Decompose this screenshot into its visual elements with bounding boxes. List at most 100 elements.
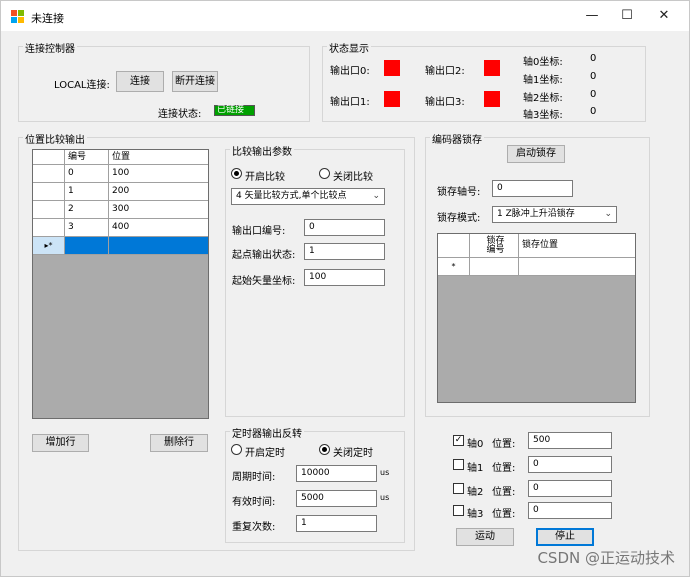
repeat-input[interactable]: 1 xyxy=(296,515,377,532)
valid-label: 有效时间: xyxy=(232,497,276,508)
minimize-icon[interactable]: — xyxy=(580,7,604,25)
connect-group: 连接控制器 LOCAL连接: 连接 断开连接 连接状态: 已链接 xyxy=(18,40,310,122)
table-cell-pos[interactable]: 300 xyxy=(109,201,208,219)
new-row-cell-latch-id[interactable] xyxy=(470,258,519,276)
main-window: 未连接 — ☐ ✕ 连接控制器 LOCAL连接: 连接 断开连接 连接状态: 已… xyxy=(0,0,690,577)
period-label: 周期时间: xyxy=(232,472,276,483)
start-coord-input[interactable]: 100 xyxy=(304,269,385,286)
axis2-checkbox[interactable] xyxy=(453,483,464,494)
row-header[interactable] xyxy=(33,201,65,219)
axis2-coord-value: 0 xyxy=(590,89,597,100)
table-cell-id[interactable]: 1 xyxy=(65,183,109,201)
port-input[interactable]: 0 xyxy=(304,219,385,236)
compare-params-group: 比较输出参数 开启比较 关闭比较 4 矢量比较方式,单个比较点 ⌄ 输出口编号:… xyxy=(225,143,405,417)
stop-button[interactable]: 停止 xyxy=(536,528,594,546)
latch-axis-input[interactable]: 0 xyxy=(492,180,573,197)
start-latch-button[interactable]: 启动锁存 xyxy=(507,145,565,163)
output1-label: 输出口1: xyxy=(330,97,370,108)
position-compare-group-label: 位置比较输出 xyxy=(23,131,87,146)
timer-off-label: 关闭定时 xyxy=(333,448,373,459)
axis1-checkbox[interactable] xyxy=(453,459,464,470)
latch-mode-label: 锁存模式: xyxy=(437,213,481,224)
start-coord-label: 起始矢量坐标: xyxy=(232,276,296,287)
latch-mode-select[interactable]: 1 Z脉冲上升沿锁存 ⌄ xyxy=(492,206,617,223)
latch-table[interactable]: 锁存 编号 锁存位置 * xyxy=(437,233,636,403)
delete-row-button[interactable]: 删除行 xyxy=(150,434,208,452)
table-cell-id[interactable]: 2 xyxy=(65,201,109,219)
chevron-down-icon: ⌄ xyxy=(372,191,380,201)
axis1-coord-value: 0 xyxy=(590,71,597,82)
start-state-input[interactable]: 1 xyxy=(304,243,385,260)
row-header[interactable] xyxy=(33,183,65,201)
period-unit: us xyxy=(380,468,390,477)
table-cell-pos[interactable]: 400 xyxy=(109,219,208,237)
compare-on-label: 开启比较 xyxy=(245,172,285,183)
axis3-label: 轴3 xyxy=(467,509,484,520)
connect-group-label: 连接控制器 xyxy=(23,40,77,55)
compare-on-radio[interactable] xyxy=(231,168,242,179)
output2-label: 输出口2: xyxy=(425,66,465,77)
latch-mode-value: 1 Z脉冲上升沿锁存 xyxy=(497,209,575,219)
new-row-header[interactable]: * xyxy=(438,258,470,276)
run-button[interactable]: 运动 xyxy=(456,528,514,546)
repeat-label: 重复次数: xyxy=(232,522,276,533)
table-cell-id[interactable]: 0 xyxy=(65,165,109,183)
local-connect-label: LOCAL连接: xyxy=(54,80,110,91)
new-row-header[interactable]: ▸* xyxy=(33,237,65,255)
table-cell-id[interactable]: 3 xyxy=(65,219,109,237)
period-input[interactable]: 10000 xyxy=(296,465,377,482)
axis0-coord-value: 0 xyxy=(590,53,597,64)
axis0-pos-input[interactable]: 500 xyxy=(528,432,612,449)
connect-button[interactable]: 连接 xyxy=(116,71,164,92)
new-row-cell-id[interactable] xyxy=(65,237,109,255)
new-row-cell-latch-pos[interactable] xyxy=(519,258,635,276)
position-table[interactable]: 编号 位置 0 100 1 200 2 300 3 400 ▸* xyxy=(32,149,209,419)
axis3-pos-input[interactable]: 0 xyxy=(528,502,612,519)
axis3-pos-label: 位置: xyxy=(492,509,516,520)
chevron-down-icon: ⌄ xyxy=(604,209,612,219)
timer-on-radio[interactable] xyxy=(231,444,242,455)
axis3-coord-value: 0 xyxy=(590,106,597,117)
output0-label: 输出口0: xyxy=(330,66,370,77)
maximize-icon[interactable]: ☐ xyxy=(615,7,639,25)
watermark: CSDN @正运动技术 xyxy=(537,549,675,567)
compare-mode-value: 4 矢量比较方式,单个比较点 xyxy=(236,191,347,201)
table-cell-pos[interactable]: 200 xyxy=(109,183,208,201)
compare-params-label: 比较输出参数 xyxy=(230,143,294,158)
latch-axis-label: 锁存轴号: xyxy=(437,187,481,198)
disconnect-button[interactable]: 断开连接 xyxy=(172,71,218,92)
compare-off-label: 关闭比较 xyxy=(333,172,373,183)
compare-mode-select[interactable]: 4 矢量比较方式,单个比较点 ⌄ xyxy=(231,188,385,205)
axis2-label: 轴2 xyxy=(467,487,484,498)
column-header-latch-id[interactable]: 锁存 编号 xyxy=(470,234,519,258)
start-state-label: 起点输出状态: xyxy=(232,250,296,261)
timer-group-label: 定时器输出反转 xyxy=(230,425,304,440)
row-header[interactable] xyxy=(33,165,65,183)
axis1-coord-label: 轴1坐标: xyxy=(523,75,563,86)
axis0-coord-label: 轴0坐标: xyxy=(523,57,563,68)
add-row-button[interactable]: 增加行 xyxy=(32,434,89,452)
compare-off-radio[interactable] xyxy=(319,168,330,179)
axis2-pos-input[interactable]: 0 xyxy=(528,480,612,497)
column-header-latch-pos[interactable]: 锁存位置 xyxy=(519,234,635,258)
axis1-pos-input[interactable]: 0 xyxy=(528,456,612,473)
position-compare-group: 位置比较输出 编号 位置 0 100 1 200 2 300 3 400 ▸* … xyxy=(18,131,415,551)
new-row-cell-pos[interactable] xyxy=(109,237,208,255)
axis1-label: 轴1 xyxy=(467,463,484,474)
axis3-checkbox[interactable] xyxy=(453,505,464,516)
valid-input[interactable]: 5000 xyxy=(296,490,377,507)
column-header-pos[interactable]: 位置 xyxy=(109,150,208,165)
timer-off-radio[interactable] xyxy=(319,444,330,455)
column-header-id[interactable]: 编号 xyxy=(65,150,109,165)
row-header[interactable] xyxy=(33,219,65,237)
app-icon xyxy=(11,10,24,23)
column-header-latch-id-line2: 编号 xyxy=(486,245,505,255)
axis1-pos-label: 位置: xyxy=(492,463,516,474)
output2-indicator xyxy=(484,60,500,76)
close-icon[interactable]: ✕ xyxy=(652,7,676,25)
axis0-checkbox[interactable]: ✓ xyxy=(453,435,464,446)
connect-status-label: 连接状态: xyxy=(158,109,202,120)
table-cell-pos[interactable]: 100 xyxy=(109,165,208,183)
connect-status-indicator: 已链接 xyxy=(214,105,255,116)
table-corner xyxy=(33,150,65,165)
